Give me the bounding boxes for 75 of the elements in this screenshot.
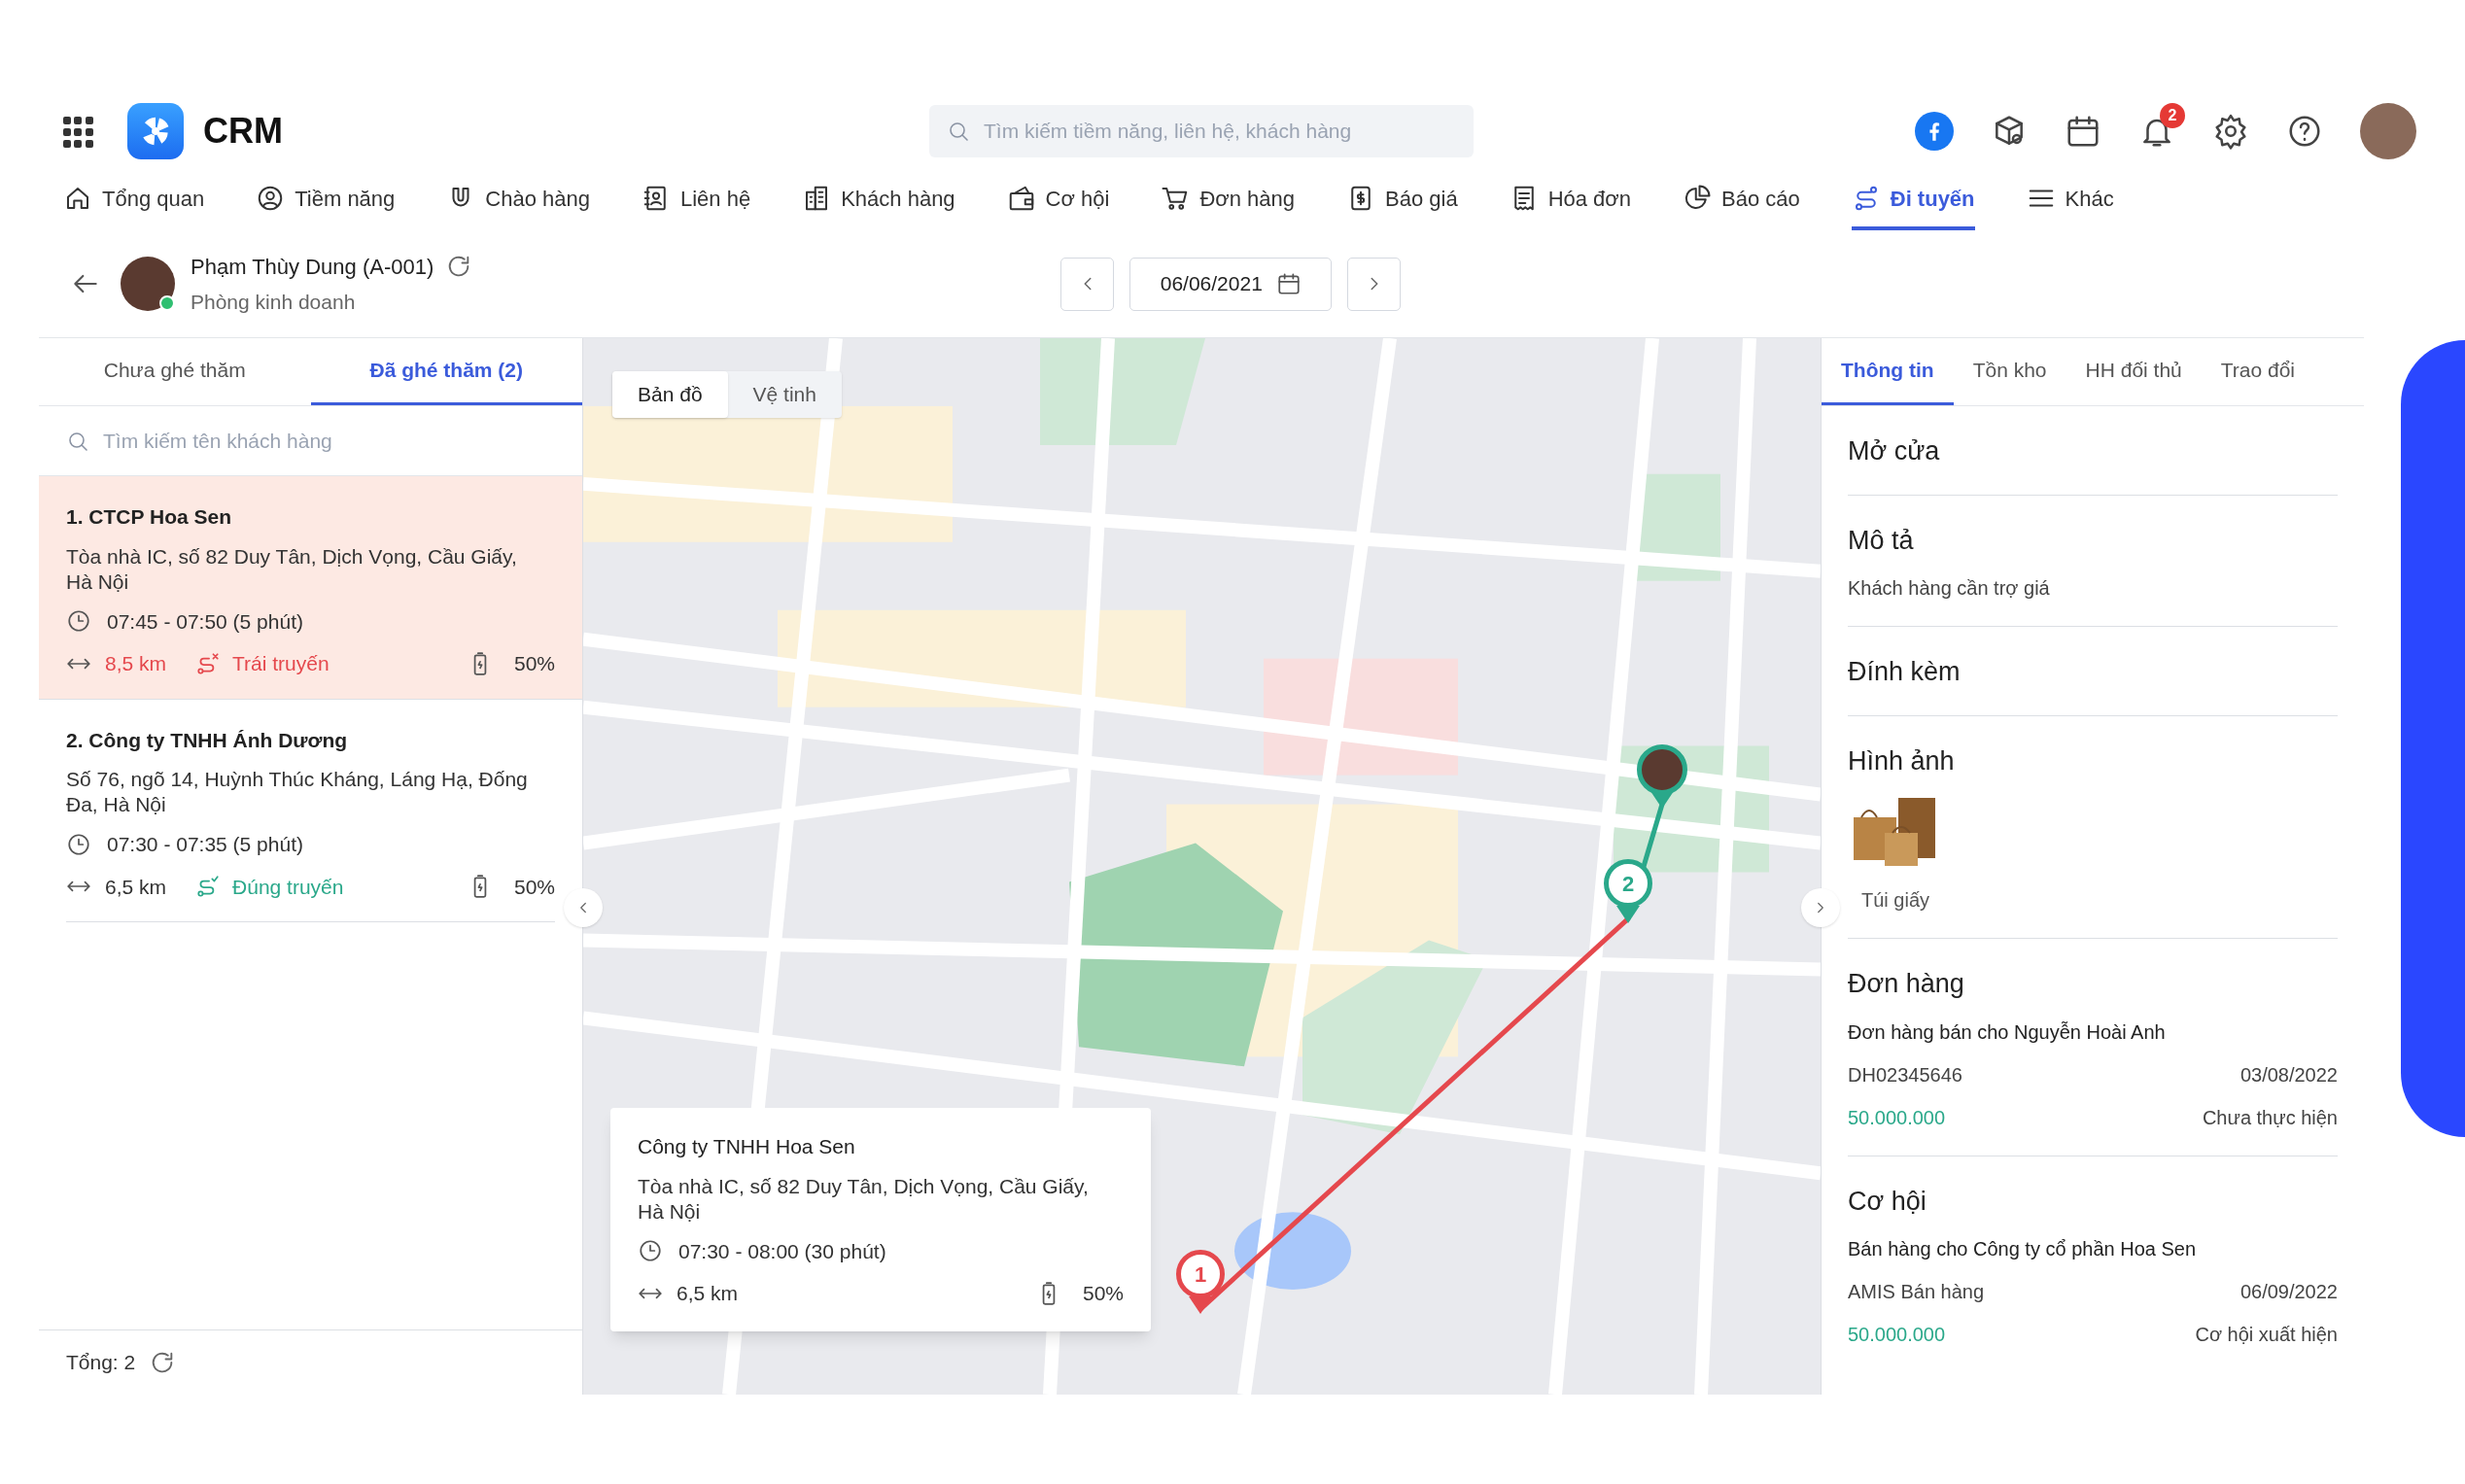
record-status: Chưa thực hiện [2202,1105,2338,1130]
battery-level: 50% [1082,1281,1124,1306]
nav-tab[interactable]: Hóa đơn [1509,170,1631,230]
clock-icon [66,831,91,857]
notification-badge: 2 [2160,103,2185,128]
employee-avatar [121,257,175,311]
nav-tab[interactable]: Đi tuyến [1851,170,1975,230]
nav-tab[interactable]: Tổng quan [63,170,205,230]
visit-time: 07:45 - 07:50 (5 phút) [107,608,303,635]
info-tab[interactable]: Tồn kho [1953,338,2066,405]
record-status: Cơ hội xuất hiện [2195,1323,2338,1347]
date-picker-field[interactable]: 06/06/2021 [1129,257,1333,311]
record-date: 03/08/2022 [2239,1062,2338,1087]
popup-distance: 6,5 km [677,1281,739,1306]
clock-icon [638,1238,663,1264]
app-grid-icon[interactable] [63,117,92,146]
visit-distance: 8,5 km [105,651,167,676]
info-tab[interactable]: Thông tin [1822,338,1954,405]
nav-tab[interactable]: Đơn hàng [1161,170,1295,230]
map-type-tab[interactable]: Bản đồ [612,371,728,418]
total-count: Tổng: 2 [66,1350,136,1376]
user-avatar[interactable] [2360,103,2416,159]
clock-icon [66,608,91,635]
calendar-icon [1275,271,1302,296]
visit-card[interactable]: 1. CTCP Hoa Sen Tòa nhà IC, số 82 Duy Tân, Dịch Vọng, Cầu Giấy, Hà Nội 07:45 - 07:50 (5 phút) 8,5 km Trái truyến 50% [39,476,582,699]
route-status: Đúng truyến [232,874,344,900]
record-code: AMIS Bán hàng [1848,1280,1985,1304]
record-name: Đơn hàng bán cho Nguyễn Hoài Anh [1848,1019,2167,1045]
nav-tab[interactable]: Liên hệ [642,170,751,230]
image-caption: Túi giấy [1861,888,1931,913]
visit-tab[interactable]: Chưa ghé thăm [39,338,311,405]
record-amount: 50.000.000 [1848,1323,1946,1347]
section-heading: Cơ hội [1848,1185,1927,1218]
visit-title: 1. CTCP Hoa Sen [66,504,232,530]
info-tab[interactable]: HH đối thủ [2066,338,2202,405]
app-logo-icon [127,103,184,159]
facebook-icon[interactable] [1915,112,1954,151]
app-name: CRM [203,110,283,153]
nav-tab[interactable]: Báo cáo [1683,170,1800,230]
battery-level: 50% [513,651,555,676]
visit-time: 07:30 - 07:35 (5 phút) [107,832,303,857]
search-icon [947,120,970,143]
description-text: Khách hàng cần trợ giá [1848,576,2051,601]
visit-address: Tòa nhà IC, số 82 Duy Tân, Dịch Vọng, Cầu Giấy, Hà Nội [66,543,518,595]
record-date: 06/09/2022 [2239,1280,2338,1304]
popup-address: Tòa nhà IC, số 82 Duy Tân, Dịch Vọng, Cầu Giấy, Hà Nội [638,1173,1090,1225]
visit-address: Số 76, ngõ 14, Huỳnh Thúc Kháng, Láng Hạ, Đống Đa, Hà Nội [66,767,529,817]
info-tab[interactable]: Trao đổi [2201,338,2314,405]
nav-tab[interactable]: Chào hàng [446,170,590,230]
route-status: Trái truyến [232,651,330,676]
nav-tab[interactable]: Khách hàng [802,170,955,230]
nav-tab[interactable]: Cơ hội [1006,170,1110,230]
search-icon [66,430,89,453]
popup-time: 07:30 - 08:00 (30 phút) [678,1238,886,1264]
visit-title: 2. Công ty TNHH Ánh Dương [66,727,349,753]
visit-distance: 6,5 km [105,874,167,900]
customer-search-field[interactable]: Tìm kiếm tên khách hàng [39,406,582,475]
section-heading: Mở cửa [1848,435,1941,467]
section-heading: Đính kèm [1848,656,1962,688]
section-heading: Mô tả [1848,524,1915,557]
nav-tab[interactable]: Báo giá [1346,170,1458,230]
section-heading: Hình ảnh [1848,744,1956,777]
popup-title: Công ty TNHH Hoa Sen [638,1134,856,1159]
employee-department: Phòng kinh doanh [191,289,357,315]
battery-level: 50% [513,874,555,900]
map-type-tab[interactable]: Vệ tinh [727,371,842,418]
section-heading: Đơn hàng [1848,968,1965,1000]
settings-icon[interactable] [2212,113,2249,150]
search-field[interactable]: Tìm kiếm tiềm năng, liên hệ, khách hàng [929,105,1474,157]
record-code: DH02345646 [1848,1062,1962,1087]
record-amount: 50.000.000 [1848,1105,1946,1130]
record-name: Bán hàng cho Công ty cổ phần Hoa Sen [1848,1237,2198,1261]
nav-tab[interactable]: Khác [2026,170,2114,230]
nav-tab[interactable]: Tiềm năng [256,170,396,230]
employee-name: Phạm Thùy Dung (A-001) [191,253,434,281]
